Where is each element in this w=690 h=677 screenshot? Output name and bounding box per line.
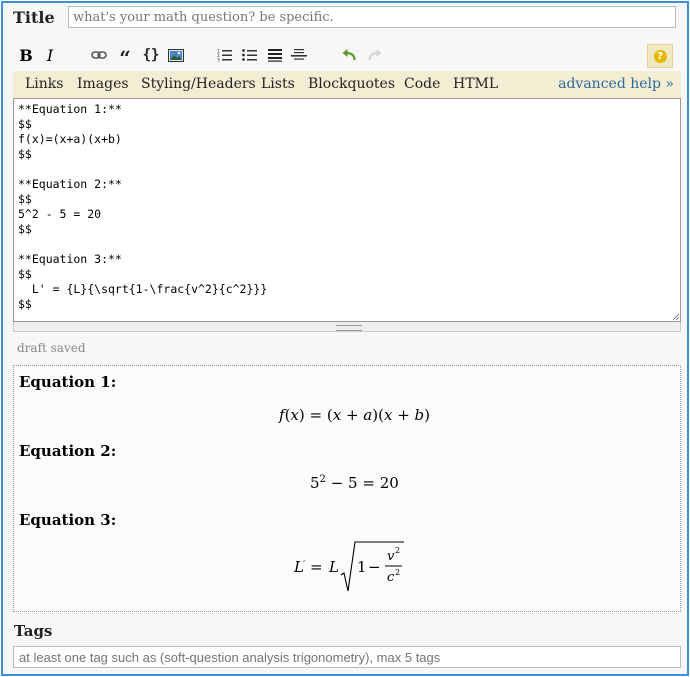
svg-text:c: c [387, 570, 395, 585]
numbered-list-button[interactable]: 1 2 3 [215, 44, 235, 66]
undo-icon [342, 49, 356, 61]
help-code-tab[interactable]: Code [404, 76, 440, 92]
italic-button[interactable]: I [41, 44, 59, 66]
equation-3-heading: Equation 3: [19, 511, 117, 529]
redo-button[interactable] [365, 44, 385, 66]
equation-2-rest: − 5 = 20 [330, 474, 399, 492]
horizontal-rule-button[interactable] [289, 44, 309, 66]
svg-text:2: 2 [395, 568, 400, 577]
numbered-list-icon: 1 2 3 [217, 49, 232, 63]
help-links-tab[interactable]: Links [25, 76, 63, 92]
help-blockquotes-tab[interactable]: Blockquotes [308, 76, 395, 92]
svg-text:=: = [310, 558, 323, 576]
image-button[interactable] [166, 44, 186, 66]
link-button[interactable] [89, 44, 109, 66]
help-lists-tab[interactable]: Lists [261, 76, 295, 92]
help-html-tab[interactable]: HTML [453, 76, 498, 92]
resize-corner-icon[interactable] [672, 313, 680, 321]
equation-2-exponent: 2 [319, 474, 326, 485]
title-input[interactable] [68, 6, 676, 28]
draft-status: draft saved [17, 341, 86, 355]
markdown-help-bar: Links Images Styling/Headers Lists Block… [13, 71, 681, 98]
tags-label: Tags [14, 622, 53, 640]
image-icon [168, 48, 184, 62]
help-icon: ? [653, 49, 667, 63]
help-images-tab[interactable]: Images [77, 76, 129, 92]
bold-button[interactable]: B [17, 44, 35, 66]
blockquote-icon: “ [119, 46, 131, 70]
heading-icon [268, 49, 282, 62]
equation-2-base: 5 [310, 474, 320, 492]
svg-text:′: ′ [303, 560, 306, 571]
svg-text:3: 3 [217, 58, 220, 63]
svg-text:1: 1 [357, 558, 367, 576]
editor-toolbar: B I “ {} 1 2 3 ? [13, 44, 675, 70]
title-label: Title [13, 8, 55, 27]
advanced-help-link[interactable]: advanced help » [558, 76, 674, 92]
svg-text:v: v [387, 549, 395, 564]
equation-2-math: 52 − 5 = 20 [310, 474, 399, 492]
equation-1-heading: Equation 1: [19, 373, 117, 391]
editor-resize-grip[interactable] [13, 322, 681, 332]
svg-text:L: L [328, 558, 339, 576]
title-row: Title [13, 6, 681, 29]
undo-button[interactable] [339, 44, 359, 66]
equation-1-math: f(x) = (x + a)(x + b) [279, 406, 430, 424]
equation-3-math: L ′ = L 1 − v 2 c 2 [293, 538, 414, 594]
code-button[interactable]: {} [141, 44, 161, 66]
grip-lines-icon [336, 325, 362, 331]
bulleted-list-button[interactable] [240, 44, 260, 66]
redo-icon [368, 49, 382, 61]
markdown-editor[interactable]: **Equation 1:** $$ f(x)=(x+a)(x+b) $$ **… [13, 98, 681, 322]
horizontal-rule-icon [291, 49, 307, 60]
italic-icon: I [46, 45, 54, 65]
bulleted-list-icon [242, 49, 257, 61]
help-button[interactable]: ? [647, 44, 673, 68]
svg-text:−: − [368, 558, 381, 576]
help-styling-headers-tab[interactable]: Styling/Headers [141, 76, 256, 92]
heading-button[interactable] [265, 44, 285, 66]
markdown-preview: Equation 1: f(x) = (x + a)(x + b) Equati… [13, 365, 681, 612]
blockquote-button[interactable]: “ [115, 44, 135, 70]
equation-3-formula-icon: L ′ = L 1 − v 2 c 2 [293, 541, 404, 592]
link-icon [91, 51, 107, 59]
svg-text:2: 2 [395, 546, 400, 555]
bold-icon: B [19, 45, 33, 65]
tags-input[interactable] [13, 646, 681, 668]
code-icon: {} [142, 47, 160, 63]
equation-2-heading: Equation 2: [19, 442, 117, 460]
